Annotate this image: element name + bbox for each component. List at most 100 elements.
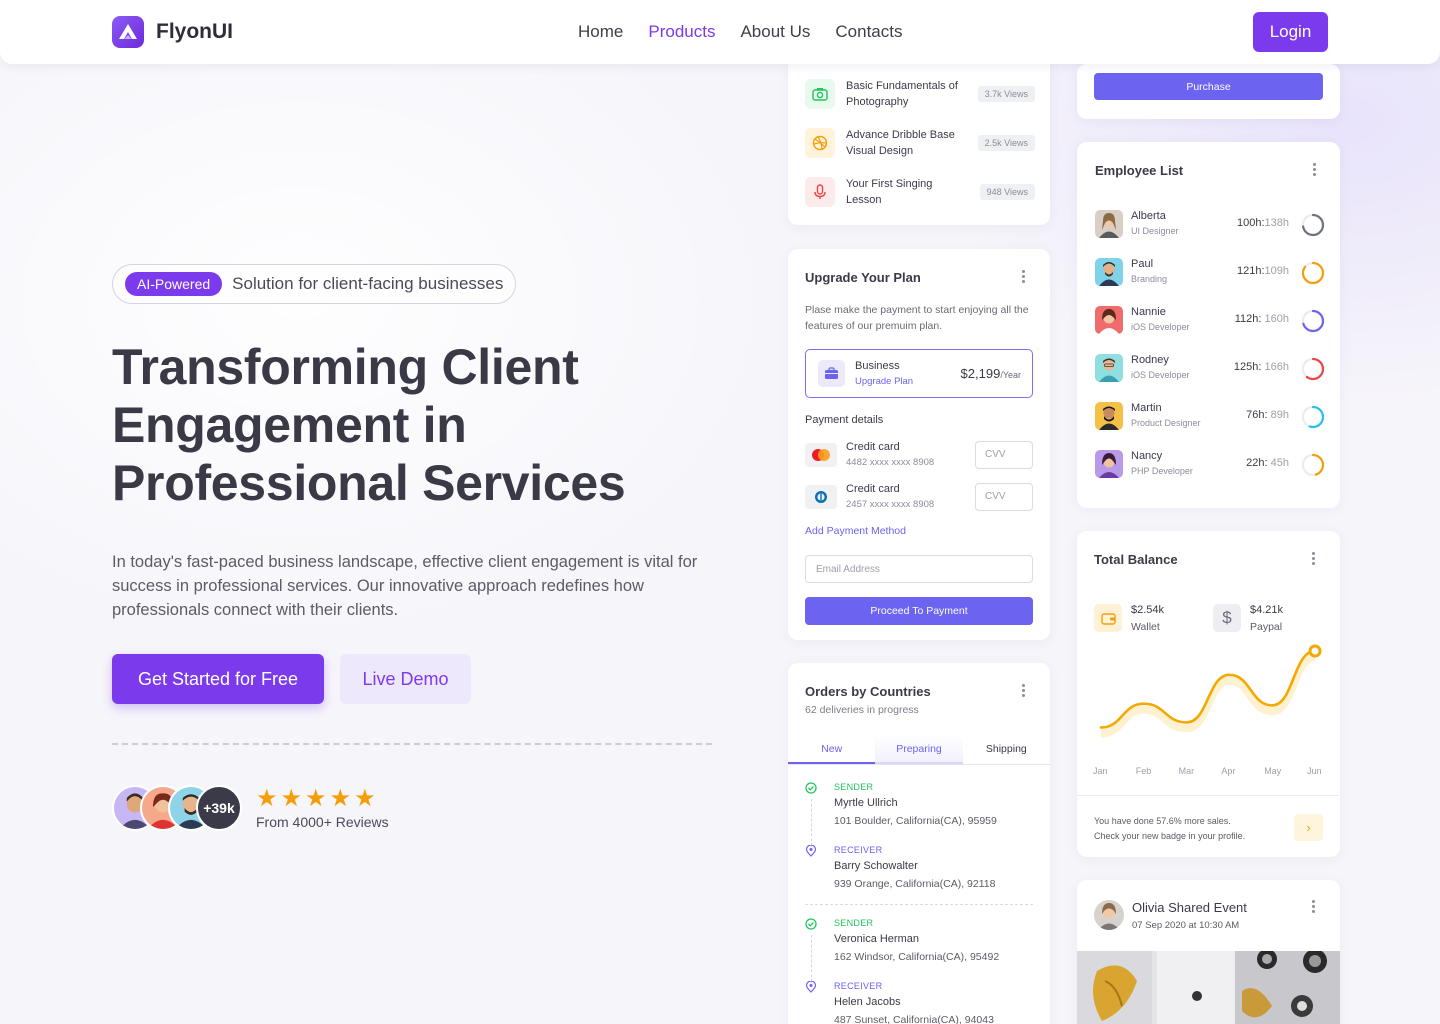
hours-done: 76h	[1246, 409, 1265, 421]
microphone-icon	[805, 177, 835, 207]
employee-row[interactable]: Paul Branding 121h:109h	[1095, 256, 1325, 288]
avatar	[1095, 210, 1123, 238]
dollar-icon: $	[1213, 604, 1241, 632]
employee-hours: 76h: 89h	[1246, 409, 1289, 421]
price-period: /Year	[1000, 370, 1021, 380]
paypal-value: $4.21k	[1250, 604, 1284, 616]
course-name: Advance Dribble Base Visual Design	[846, 129, 955, 157]
ai-badge: AI-Powered	[125, 272, 223, 296]
brand[interactable]: FlyonUI	[112, 16, 233, 48]
more-options-icon[interactable]	[1312, 900, 1316, 915]
more-options-icon[interactable]	[1022, 270, 1026, 285]
orders-tabs: New Preparing Shipping	[788, 735, 1050, 765]
hero-section: AI-Powered Solution for client-facing bu…	[112, 264, 722, 831]
star-rating: ★ ★ ★ ★ ★	[256, 784, 389, 812]
progress-ring	[1301, 309, 1325, 333]
data-point[interactable]	[1308, 644, 1322, 658]
rating: ★ ★ ★ ★ ★ From 4000+ Reviews	[256, 784, 389, 830]
employee-hours: 112h: 160h	[1234, 313, 1289, 325]
course-item[interactable]: Basic Fundamentals of Photography 3.7k V…	[805, 78, 1035, 110]
nav-contacts[interactable]: Contacts	[835, 22, 902, 42]
course-item[interactable]: Your First Singing Lesson 948 Views	[805, 176, 1035, 208]
x-tick-label: Jun	[1307, 766, 1322, 776]
nav-links: Home Products About Us Contacts	[578, 22, 902, 42]
employee-role: iOS Developer	[1131, 370, 1190, 380]
star-icon: ★	[329, 784, 352, 812]
employee-row[interactable]: Rodney iOS Developer 125h: 166h	[1095, 352, 1325, 384]
hours-done: 112h	[1234, 313, 1259, 325]
progress-ring	[1301, 357, 1325, 381]
divider	[1077, 795, 1339, 796]
event-title: Olivia Shared Event	[1132, 900, 1247, 915]
credit-card-row[interactable]: Credit card 4482 xxxx xxxx 8908 CVV	[805, 441, 1033, 471]
diners-icon	[805, 485, 837, 509]
plan-name: Business	[855, 360, 900, 372]
nav-home[interactable]: Home	[578, 22, 623, 42]
tab-preparing[interactable]: Preparing	[875, 735, 963, 764]
navbar: FlyonUI Home Products About Us Contacts …	[0, 0, 1440, 64]
payment-details-label: Payment details	[805, 414, 884, 426]
purchase-card: Purchase	[1077, 64, 1340, 119]
more-options-icon[interactable]	[1313, 163, 1317, 178]
avatar	[1095, 402, 1123, 430]
employee-name: Nannie	[1131, 306, 1166, 318]
chevron-right-icon[interactable]: ›	[1294, 814, 1323, 841]
card-title: Employee List	[1095, 163, 1184, 178]
progress-ring	[1301, 405, 1325, 429]
entry-kind: SENDER	[834, 918, 874, 928]
entry-address: 162 Windsor, California(CA), 95492	[834, 951, 1000, 963]
nav-about-us[interactable]: About Us	[740, 22, 810, 42]
hours-total: 89h	[1270, 409, 1289, 421]
nav-products[interactable]: Products	[648, 22, 715, 42]
card-number: 4482 xxxx xxxx 8908	[846, 457, 935, 468]
wallet-value: $2.54k	[1131, 604, 1165, 616]
purchase-button[interactable]: Purchase	[1094, 73, 1323, 100]
email-field[interactable]: Email Address	[805, 555, 1033, 583]
sales-note-line: You have done 57.6% more sales.	[1094, 816, 1231, 826]
sales-note: You have done 57.6% more sales. Check yo…	[1094, 814, 1245, 844]
proceed-to-payment-button[interactable]: Proceed To Payment	[805, 597, 1033, 625]
add-payment-method-link[interactable]: Add Payment Method	[805, 525, 906, 537]
upgrade-plan-link[interactable]: Upgrade Plan	[855, 376, 913, 387]
live-demo-button[interactable]: Live Demo	[340, 654, 471, 704]
avatar	[1095, 354, 1123, 382]
sales-note-line: Check your new badge in your profile.	[1094, 831, 1246, 841]
event-date: 07 Sep 2020 at 10:30 AM	[1132, 920, 1240, 931]
login-button[interactable]: Login	[1253, 12, 1328, 52]
cvv-input[interactable]: CVV	[975, 483, 1033, 511]
hero-title: Transforming Client Engagement in Profes…	[112, 338, 722, 512]
course-item[interactable]: Advance Dribble Base Visual Design 2.5k …	[805, 127, 1035, 159]
employee-row[interactable]: Martin Product Designer 76h: 89h	[1095, 400, 1325, 432]
tab-new[interactable]: New	[788, 735, 876, 764]
employee-name: Martin	[1131, 402, 1162, 414]
avatar-group: +39k	[112, 785, 242, 831]
employee-row[interactable]: Nancy PHP Developer 22h: 45h	[1095, 448, 1325, 480]
employee-row[interactable]: Nannie iOS Developer 112h: 160h	[1095, 304, 1325, 336]
employee-name: Nancy	[1131, 450, 1163, 462]
hours-total: 166h	[1264, 361, 1289, 373]
employee-role: Product Designer	[1131, 418, 1201, 428]
more-options-icon[interactable]	[1022, 684, 1026, 699]
entry-name: Veronica Herman	[834, 933, 919, 945]
plan-price: $2,199/Year	[961, 366, 1021, 381]
brand-name: FlyonUI	[156, 20, 233, 43]
entry-address: 101 Boulder, California(CA), 95959	[834, 815, 997, 827]
card-title: Total Balance	[1094, 552, 1178, 567]
entry-kind: SENDER	[834, 782, 874, 792]
timeline-line	[811, 935, 812, 987]
plan-option[interactable]: Business Upgrade Plan $2,199/Year	[805, 349, 1033, 398]
tab-shipping[interactable]: Shipping	[963, 735, 1050, 764]
get-started-button[interactable]: Get Started for Free	[112, 654, 324, 704]
hero-pill: AI-Powered Solution for client-facing bu…	[112, 264, 517, 304]
progress-ring	[1301, 453, 1325, 477]
orders-subtitle: 62 deliveries in progress	[805, 704, 919, 716]
avatar-more-count: +39k	[196, 785, 242, 831]
employee-row[interactable]: Alberta UI Designer 100h:138h	[1095, 208, 1325, 240]
avatar	[1094, 900, 1124, 930]
more-options-icon[interactable]	[1312, 552, 1316, 567]
cvv-input[interactable]: CVV	[975, 441, 1033, 469]
total-balance-card: Total Balance $2.54k Wallet $ $4.21k Pay…	[1077, 531, 1340, 857]
hours-total: 138h	[1264, 217, 1289, 229]
hours-total: 160h	[1264, 313, 1289, 325]
credit-card-row[interactable]: Credit card 2457 xxxx xxxx 8908 CVV	[805, 483, 1033, 513]
